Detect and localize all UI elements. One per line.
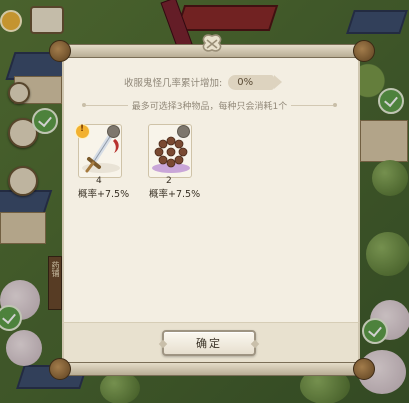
scroll-knob [49,40,71,62]
selection-hint: 最多可选择3种物品，每种只会消耗1个 [82,98,338,112]
divider-dot [333,103,338,107]
item-slot-prayer-beads[interactable]: 2 [148,124,192,186]
item-rate: 概率+7.5% [149,189,201,200]
scroll-knob [353,40,375,62]
confirm-button[interactable]: 确定 [162,330,256,356]
hint-text: 最多可选择3种物品，每种只会消耗1个 [131,101,288,112]
catch-rate-label: 收服鬼怪几率累计增加: [124,78,223,89]
scroll-knob [353,358,375,380]
item-select-toggle[interactable] [177,125,190,138]
catch-rate-stat: 收服鬼怪几率累计增加: 0% [124,74,283,90]
item-count: 4 [96,176,102,186]
item-select-toggle[interactable] [107,125,120,138]
divider-line [291,104,334,106]
divider-line [86,104,128,106]
prayer-beads-icon [154,134,188,168]
new-item-badge-icon [75,124,90,139]
item-rate: 概率+7.5% [78,189,130,200]
scroll-knob [49,358,71,380]
item-count: 2 [166,176,172,186]
scroll-rod-bottom [49,358,375,380]
knot-ornament-icon [202,34,222,52]
catch-rate-value: 0% [228,74,283,90]
